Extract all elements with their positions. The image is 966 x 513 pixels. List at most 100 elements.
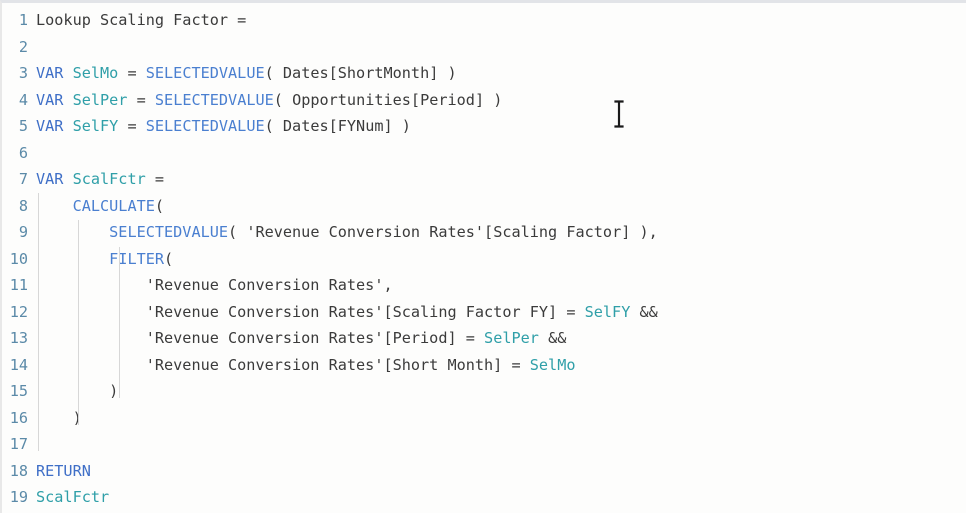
code-line[interactable]: 16 ) <box>2 405 966 432</box>
code-line[interactable]: 7 VAR ScalFctr = <box>2 166 966 193</box>
code-token-plain: 'Revenue Conversion Rates'[Scaling Facto… <box>36 302 585 321</box>
code-line[interactable]: 2 <box>2 34 966 61</box>
code-token-kw: VAR <box>36 170 64 188</box>
code-line[interactable]: 4 VAR SelPer = SELECTEDVALUE( Opportuniti… <box>2 87 966 114</box>
line-number: 3 <box>18 64 28 82</box>
line-number: 2 <box>18 37 28 56</box>
code-line[interactable]: 8 CALCULATE( <box>2 193 966 220</box>
code-token-var: ScalFctr <box>36 488 110 506</box>
line-number: 13 <box>9 329 28 347</box>
code-token-plain: 'Revenue Conversion Rates'[Period] = <box>36 329 485 347</box>
line-number: 5 <box>18 117 28 135</box>
line-number: 16 <box>9 408 28 427</box>
code-line[interactable]: 12 'Revenue Conversion Rates'[Scaling Fa… <box>2 299 966 326</box>
code-line[interactable]: 19 ScalFctr <box>2 484 966 511</box>
code-token-fn: SELECTEDVALUE <box>109 223 229 241</box>
code-token-fn: CALCULATE <box>72 196 155 215</box>
code-line-text[interactable]: VAR ScalFctr = <box>36 166 164 193</box>
code-line[interactable]: 11 'Revenue Conversion Rates', <box>2 272 966 299</box>
code-token-plain: 'Revenue Conversion Rates', <box>36 276 393 294</box>
code-token-plain: && <box>630 302 658 321</box>
code-token-plain: && <box>538 329 567 347</box>
code-line-text[interactable]: SELECTEDVALUE( 'Revenue Conversion Rates… <box>36 219 658 246</box>
code-lines-container[interactable]: 1 Lookup Scaling Factor = 2 3 VAR SelMo = SE… <box>2 3 966 513</box>
line-number: 7 <box>18 170 28 188</box>
code-line-text[interactable]: VAR SelMo = SELECTEDVALUE( Dates[ShortMo… <box>36 60 457 87</box>
code-token-plain: ( <box>154 196 165 215</box>
line-number: 12 <box>9 302 28 321</box>
code-token-plain: 'Revenue Conversion Rates'[Short Month] … <box>36 355 530 374</box>
code-editor[interactable]: 1 Lookup Scaling Factor = 2 3 VAR SelMo = SE… <box>0 0 966 513</box>
line-number: 14 <box>9 355 28 374</box>
code-token-plain: = <box>118 117 146 135</box>
code-line[interactable]: 3 VAR SelMo = SELECTEDVALUE( Dates[ShortM… <box>2 60 966 87</box>
code-token-var: SelMo <box>72 64 119 82</box>
line-number: 15 <box>9 382 28 400</box>
code-token-fn: SELECTEDVALUE <box>154 90 274 109</box>
line-number: 19 <box>9 488 28 506</box>
code-token-plain: ) <box>36 408 82 427</box>
line-number: 8 <box>18 196 28 215</box>
code-line[interactable]: 18 RETURN <box>2 458 966 485</box>
code-token-plain: = <box>145 170 165 188</box>
code-token-kw: RETURN <box>36 461 91 480</box>
line-number: 10 <box>9 249 28 268</box>
code-token-plain: ( Opportunities[Period] ) <box>273 90 503 109</box>
code-token-var: SelPer <box>484 329 539 347</box>
code-token-plain: ( <box>164 249 174 268</box>
line-number: 6 <box>18 143 28 162</box>
code-token-kw: VAR <box>36 64 64 82</box>
code-line[interactable]: 14 'Revenue Conversion Rates'[Short Mont… <box>2 352 966 379</box>
code-line[interactable]: 5 VAR SelFY = SELECTEDVALUE( Dates[FYNum]… <box>2 113 966 140</box>
line-number: 1 <box>18 11 28 29</box>
code-token-kw: VAR <box>36 90 64 109</box>
code-line-text[interactable]: ) <box>36 405 82 432</box>
code-line[interactable]: 9 SELECTEDVALUE( 'Revenue Conversion Rat… <box>2 219 966 246</box>
code-token-plain: Lookup Scaling Factor = <box>36 11 247 29</box>
code-line-text[interactable]: RETURN <box>36 458 91 485</box>
code-token-var: SelFY <box>72 117 119 135</box>
code-line-text[interactable]: VAR SelPer = SELECTEDVALUE( Opportunitie… <box>36 87 502 114</box>
code-line-text[interactable]: ) <box>36 378 118 405</box>
code-token-fn: FILTER <box>109 249 165 268</box>
code-token-fn: SELECTEDVALUE <box>145 64 265 82</box>
code-line[interactable]: 10 FILTER( <box>2 246 966 273</box>
line-number: 18 <box>9 461 28 480</box>
code-line-text[interactable]: FILTER( <box>36 246 173 273</box>
code-token-var: SelMo <box>529 355 576 374</box>
code-token-plain: ( Dates[ShortMonth] ) <box>264 64 457 82</box>
code-line-text[interactable]: VAR SelFY = SELECTEDVALUE( Dates[FYNum] … <box>36 113 411 140</box>
code-line[interactable]: 6 <box>2 140 966 167</box>
code-token-plain: = <box>118 64 146 82</box>
code-token-kw: VAR <box>36 117 64 135</box>
code-token-plain: ( Dates[FYNum] ) <box>264 117 411 135</box>
code-line-text[interactable]: 'Revenue Conversion Rates'[Period] = Sel… <box>36 325 567 352</box>
code-line[interactable]: 15 ) <box>2 378 966 405</box>
code-token-fn: SELECTEDVALUE <box>145 117 265 135</box>
code-token-var: SelFY <box>584 302 631 321</box>
code-line-text[interactable]: 'Revenue Conversion Rates'[Short Month] … <box>36 352 576 379</box>
code-token-plain: ( 'Revenue Conversion Rates'[Scaling Fac… <box>228 223 658 241</box>
line-number: 17 <box>9 435 28 453</box>
code-token-plain: = <box>127 90 155 109</box>
code-line-text[interactable]: 'Revenue Conversion Rates', <box>36 272 393 299</box>
code-token-var: SelPer <box>72 90 128 109</box>
code-line-text[interactable]: Lookup Scaling Factor = <box>36 7 246 34</box>
code-line[interactable]: 13 'Revenue Conversion Rates'[Period] = … <box>2 325 966 352</box>
code-line[interactable]: 17 <box>2 431 966 458</box>
line-number: 9 <box>18 223 28 241</box>
code-line-text[interactable]: CALCULATE( <box>36 193 164 220</box>
code-line-text[interactable]: 'Revenue Conversion Rates'[Scaling Facto… <box>36 299 658 326</box>
line-number: 11 <box>9 276 28 294</box>
code-line-text[interactable]: ScalFctr <box>36 484 109 511</box>
line-number: 4 <box>18 90 28 109</box>
code-token-var: ScalFctr <box>72 170 146 188</box>
code-line[interactable]: 1 Lookup Scaling Factor = <box>2 7 966 34</box>
